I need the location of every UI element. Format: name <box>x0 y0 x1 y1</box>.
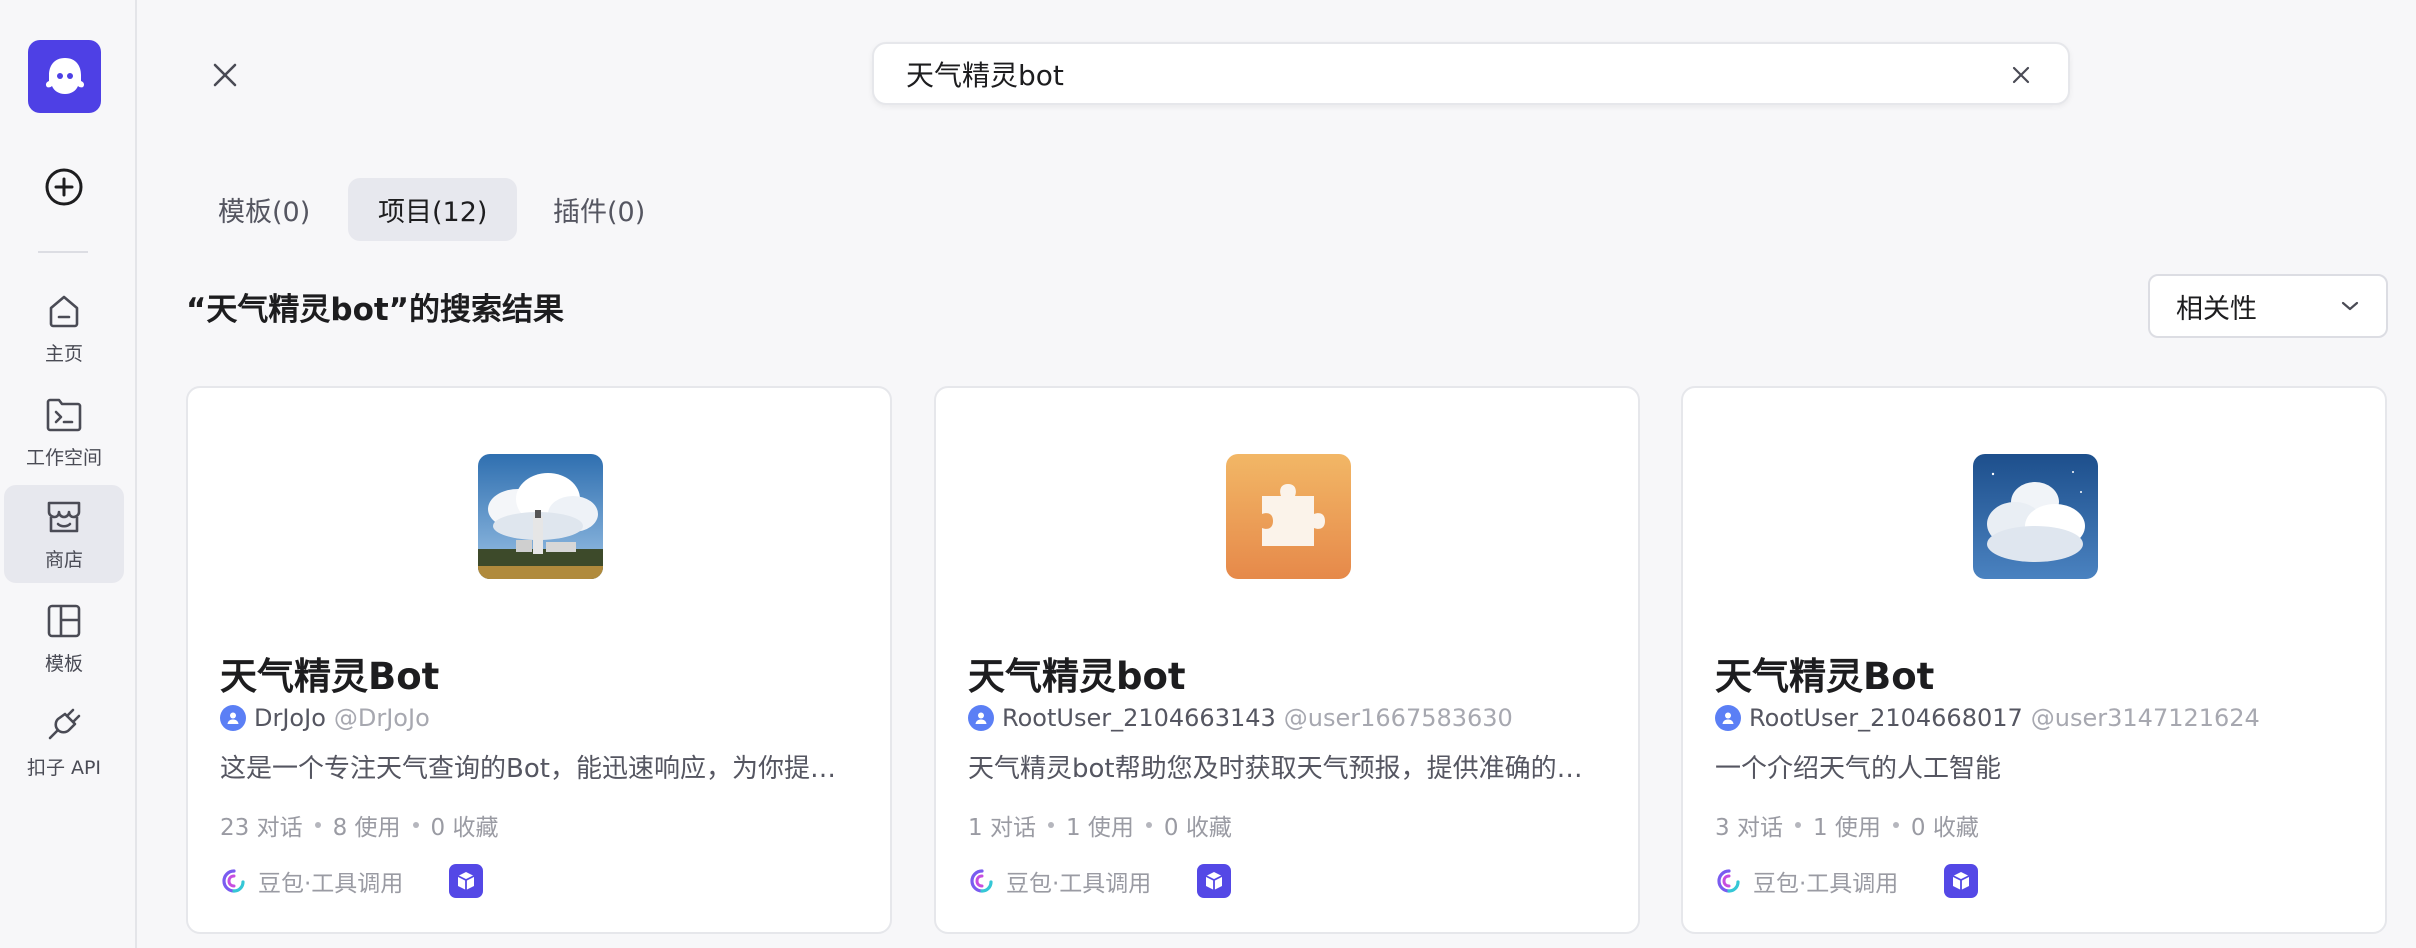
stat-separator <box>412 822 419 828</box>
card-description: 这是一个专注天气查询的Bot，能迅速响应，为你提供准确的天气信息 <box>220 754 860 784</box>
avatar <box>1715 705 1741 731</box>
sidebar-item-label: 商店 <box>44 548 83 571</box>
stat-separator <box>1892 822 1899 828</box>
card-author: DrJoJo @DrJoJo <box>220 704 430 732</box>
doubao-model-icon <box>1715 867 1743 895</box>
ghost-logo-icon <box>45 57 84 94</box>
stat-uses: 1 使用 <box>1812 815 1881 841</box>
layout-icon <box>44 601 84 641</box>
stat-separator <box>1047 822 1054 828</box>
sidebar-divider <box>38 251 88 253</box>
author-handle: @user3147121624 <box>2030 704 2260 732</box>
sidebar-item-label: 工作空间 <box>25 446 102 469</box>
home-icon <box>44 291 84 331</box>
puzzle-piece-icon <box>1226 454 1351 579</box>
author-name[interactable]: RootUser_2104663143 <box>1002 704 1276 732</box>
card-title: 天气精灵bot <box>968 655 1186 698</box>
author-handle: @user1667583630 <box>1283 704 1513 732</box>
close-icon <box>213 63 237 87</box>
project-card[interactable]: 天气精灵bot RootUser_2104663143 @user1667583… <box>934 386 1640 934</box>
ghost-logo[interactable] <box>28 40 101 113</box>
sidebar-item-label: 模板 <box>44 652 83 675</box>
card-title: 天气精灵Bot <box>220 655 440 698</box>
results-title: “天气精灵bot”的搜索结果 <box>186 292 565 328</box>
search-clear-button[interactable] <box>2010 64 2032 86</box>
search-bar <box>872 42 2070 105</box>
card-title: 天气精灵Bot <box>1715 655 1935 698</box>
sidebar-item-label: 扣子 API <box>26 756 102 779</box>
stat-favorites: 0 收藏 <box>1163 815 1232 841</box>
author-name[interactable]: RootUser_2104668017 <box>1749 704 2023 732</box>
card-model: 豆包·工具调用 <box>968 864 1232 898</box>
plus-circle-icon <box>45 168 83 206</box>
create-button[interactable] <box>43 166 85 208</box>
lighthouse-cloud-photo <box>478 454 603 579</box>
stat-uses: 8 使用 <box>332 815 401 841</box>
user-icon <box>1722 712 1734 724</box>
card-stats: 23 对话 8 使用 0 收藏 <box>220 808 498 842</box>
sidebar: 主页 工作空间 商店 模板 扣子 API <box>0 0 137 948</box>
card-model: 豆包·工具调用 <box>220 864 484 898</box>
doubao-model-icon <box>220 867 248 895</box>
user-icon <box>975 712 987 724</box>
avatar <box>220 705 246 731</box>
stat-conversations: 23 对话 <box>220 815 303 841</box>
tab-plugins[interactable]: 插件(0) <box>523 178 675 241</box>
stat-uses: 1 使用 <box>1065 815 1134 841</box>
close-button[interactable] <box>205 55 245 95</box>
sidebar-item-api[interactable]: 扣子 API <box>4 693 124 791</box>
terminal-folder-icon <box>44 395 84 435</box>
card-stats: 3 对话 1 使用 0 收藏 <box>1715 808 1979 842</box>
card-stats: 1 对话 1 使用 0 收藏 <box>968 808 1232 842</box>
cumulus-cloud-photo <box>1973 454 2098 579</box>
sidebar-item-home[interactable]: 主页 <box>4 279 124 377</box>
sidebar-item-workspace[interactable]: 工作空间 <box>4 383 124 481</box>
author-handle: @DrJoJo <box>333 704 430 732</box>
model-label: 豆包·工具调用 <box>1753 871 1899 897</box>
sort-dropdown[interactable]: 相关性 <box>2148 274 2388 338</box>
card-author: RootUser_2104668017 @user3147121624 <box>1715 704 2260 732</box>
doubao-model-icon <box>968 867 996 895</box>
user-icon <box>227 712 239 724</box>
stat-conversations: 3 对话 <box>1715 815 1783 841</box>
stat-conversations: 1 对话 <box>968 815 1036 841</box>
sidebar-item-store[interactable]: 商店 <box>4 485 124 583</box>
model-label: 豆包·工具调用 <box>1006 871 1152 897</box>
chevron-down-icon <box>2341 301 2359 311</box>
plugin-box-icon <box>449 864 484 898</box>
plug-icon <box>44 705 84 745</box>
card-model: 豆包·工具调用 <box>1715 864 1979 898</box>
avatar <box>968 705 994 731</box>
stat-favorites: 0 收藏 <box>430 815 499 841</box>
project-card[interactable]: 天气精灵Bot DrJoJo @DrJoJo 这是一个专注天气查询的Bot，能迅… <box>186 386 892 934</box>
plugin-box-icon <box>1197 864 1232 898</box>
stat-separator <box>1145 822 1152 828</box>
card-description: 一个介绍天气的人工智能 <box>1715 754 2002 784</box>
tab-projects[interactable]: 项目(12) <box>348 178 518 241</box>
tab-templates[interactable]: 模板(0) <box>188 178 340 241</box>
sidebar-item-label: 主页 <box>44 342 83 365</box>
close-icon <box>2012 66 2030 84</box>
search-input[interactable] <box>906 51 1986 96</box>
store-icon <box>44 497 84 537</box>
plugin-box-icon <box>1944 864 1979 898</box>
sort-label: 相关性 <box>2176 293 2257 325</box>
sidebar-item-templates[interactable]: 模板 <box>4 589 124 687</box>
project-card[interactable]: 天气精灵Bot RootUser_2104668017 @user3147121… <box>1681 386 2387 934</box>
stat-favorites: 0 收藏 <box>1910 815 1979 841</box>
card-author: RootUser_2104663143 @user1667583630 <box>968 704 1513 732</box>
card-description: 天气精灵bot帮助您及时获取天气预报，提供准确的天气信息 <box>968 754 1608 784</box>
stat-separator <box>314 822 321 828</box>
stat-separator <box>1794 822 1801 828</box>
model-label: 豆包·工具调用 <box>258 871 404 897</box>
author-name[interactable]: DrJoJo <box>254 704 326 732</box>
